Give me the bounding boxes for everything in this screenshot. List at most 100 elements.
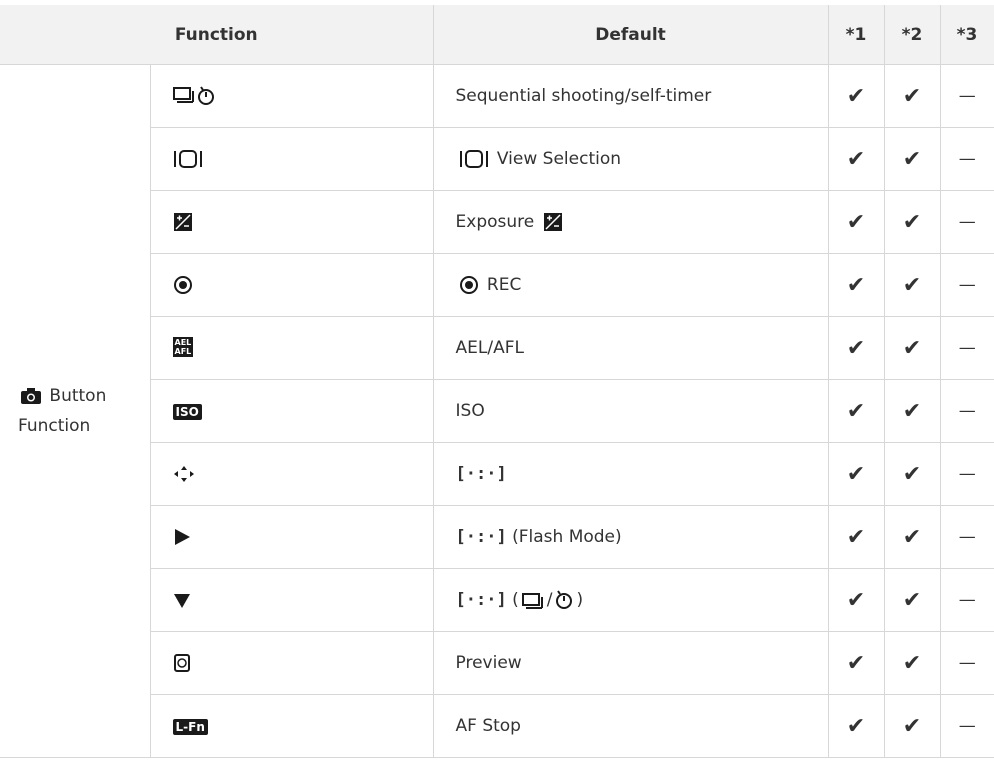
function-icon-cell	[149, 190, 434, 254]
dash-mark: —	[939, 379, 994, 443]
default-text: (	[512, 590, 519, 610]
table-row: View Selection ✔ ✔ —	[0, 127, 994, 191]
check-mark: ✔	[883, 505, 941, 569]
function-icon-cell: ISO	[149, 379, 434, 443]
camera-icon	[21, 388, 41, 404]
default-cell: AF Stop	[432, 694, 829, 758]
function-icon-cell: AEL AFL	[149, 316, 434, 380]
check-mark: ✔	[883, 190, 941, 254]
default-text: (Flash Mode)	[512, 527, 622, 547]
down-arrow-icon	[173, 591, 191, 609]
ael-text: AEL	[174, 338, 192, 347]
dash-mark: —	[939, 505, 994, 569]
check-mark: ✔	[883, 442, 941, 506]
exposure-compensation-icon	[543, 212, 563, 232]
afl-text: AFL	[174, 347, 192, 356]
function-icon-cell	[149, 631, 434, 695]
l-fn-icon: L-Fn	[172, 719, 208, 735]
default-cell: AEL/AFL	[432, 316, 829, 380]
check-mark: ✔	[883, 568, 941, 632]
function-icon-cell	[149, 253, 434, 317]
sequential-self-timer-icon	[172, 84, 217, 108]
check-mark: ✔	[883, 64, 941, 128]
table-row: REC ✔ ✔ —	[0, 253, 994, 317]
dash-mark: —	[939, 442, 994, 506]
check-mark: ✔	[827, 379, 885, 443]
function-icon-cell	[149, 568, 434, 632]
header-col-1: *1	[827, 5, 885, 65]
default-text: REC	[486, 275, 522, 295]
default-cell: View Selection	[432, 127, 829, 191]
default-cell: [·:·] (Flash Mode)	[432, 505, 829, 569]
group-label-line2: Function	[18, 416, 91, 436]
exposure-compensation-icon	[173, 212, 193, 232]
default-cell: ISO	[432, 379, 829, 443]
dash-mark: —	[939, 568, 994, 632]
sequential-icon	[521, 590, 544, 610]
table-row: Preview ✔ ✔ —	[0, 631, 994, 695]
header-col-2: *2	[883, 5, 941, 65]
default-cell: [·:·] ( /)	[432, 568, 829, 632]
iso-icon: ISO	[172, 404, 202, 420]
view-selection-icon	[459, 149, 489, 169]
table-header-row: Function Default *1 *2 *3	[0, 5, 994, 65]
check-mark: ✔	[827, 190, 885, 254]
table-row: L-Fn AF Stop ✔ ✔ —	[0, 694, 994, 758]
arrow-pad-icon	[173, 465, 195, 483]
table-row: ISO ISO ✔ ✔ —	[0, 379, 994, 443]
function-icon-cell	[149, 64, 434, 128]
default-cell: Sequential shooting/self-timer	[432, 64, 829, 128]
table-row: AEL AFL AEL/AFL ✔ ✔ —	[0, 316, 994, 380]
close-paren-text: )	[576, 590, 584, 610]
dash-mark: —	[939, 253, 994, 317]
check-mark: ✔	[827, 505, 885, 569]
default-cell: [·:·]	[432, 442, 829, 506]
check-mark: ✔	[827, 316, 885, 380]
function-icon-cell: L-Fn	[149, 694, 434, 758]
af-target-icon: [·:·]	[455, 527, 507, 547]
group-label-line1: Button	[49, 386, 107, 406]
default-text: View Selection	[496, 149, 622, 169]
check-mark: ✔	[883, 379, 941, 443]
function-icon-cell	[149, 442, 434, 506]
table-row: [·:·] ( /) ✔ ✔ —	[0, 568, 994, 632]
header-col-3: *3	[939, 5, 994, 65]
check-mark: ✔	[827, 568, 885, 632]
default-cell: REC	[432, 253, 829, 317]
check-mark: ✔	[827, 442, 885, 506]
group-label: Button Function	[0, 64, 151, 758]
dash-mark: —	[939, 190, 994, 254]
header-default: Default	[432, 5, 829, 65]
af-target-icon: [·:·]	[455, 464, 507, 484]
button-function-table: Function Default *1 *2 *3 Button Functio…	[0, 5, 994, 758]
dash-mark: —	[939, 694, 994, 758]
right-arrow-icon	[173, 528, 191, 546]
function-icon-cell	[149, 127, 434, 191]
check-mark: ✔	[827, 64, 885, 128]
dash-mark: —	[939, 127, 994, 191]
check-mark: ✔	[827, 127, 885, 191]
table-row: [·:·] ✔ ✔ —	[0, 442, 994, 506]
dash-mark: —	[939, 316, 994, 380]
dash-mark: —	[939, 631, 994, 695]
check-mark: ✔	[883, 694, 941, 758]
af-target-icon: [·:·]	[455, 590, 507, 610]
function-icon-cell	[149, 505, 434, 569]
view-selection-icon	[173, 149, 203, 169]
default-cell: Exposure	[432, 190, 829, 254]
check-mark: ✔	[883, 631, 941, 695]
ael-afl-icon: AEL AFL	[172, 337, 194, 357]
check-mark: ✔	[827, 694, 885, 758]
check-mark: ✔	[883, 253, 941, 317]
dash-mark: —	[939, 64, 994, 128]
slash-text: /	[546, 590, 553, 610]
table-row: [·:·] (Flash Mode) ✔ ✔ —	[0, 505, 994, 569]
record-icon	[459, 275, 479, 295]
record-icon	[173, 275, 193, 295]
check-mark: ✔	[827, 253, 885, 317]
preview-icon	[173, 653, 191, 673]
table-row: Button Function Sequential shooting/self…	[0, 64, 994, 758]
default-cell: Preview	[432, 631, 829, 695]
default-text: Exposure	[455, 212, 535, 232]
check-mark: ✔	[827, 631, 885, 695]
